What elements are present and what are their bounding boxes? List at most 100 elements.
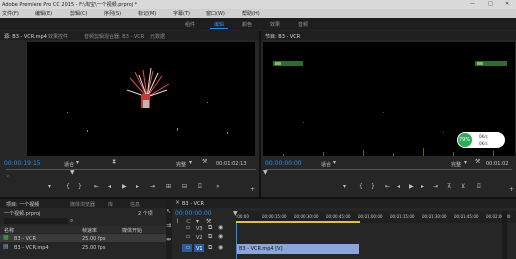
header-frame-rate[interactable]: 帧速率 [82,227,97,234]
playhead-icon[interactable]: ▼ [233,211,238,217]
sync-lock-icon[interactable]: ⧉ [208,245,212,251]
program-timecode[interactable]: 00:00:00:00 [265,160,302,167]
menu-sequence[interactable]: 序列(S) [104,10,121,17]
wrench-icon[interactable]: ⚒ [202,159,207,165]
workspace-audio[interactable]: 音频 [298,21,308,28]
workspace-assembly[interactable]: 组件 [185,21,195,28]
ripple-edit-tool-icon[interactable]: ⇹ [166,237,171,243]
network-speed-widget[interactable]: 79% 0K/s 0K/s [457,132,505,148]
sync-lock-icon[interactable]: ⧉ [208,234,212,240]
step-back-icon[interactable]: ◂ [108,184,111,190]
menu-clip[interactable]: 剪辑(C) [70,10,87,17]
playhead-icon[interactable]: ▼ [263,170,268,176]
zoom-slider-icon[interactable]: ◦ [6,174,10,180]
chevron-down-icon[interactable]: ▾ [189,160,192,166]
track-header-v3[interactable]: ▫ V3 ⧉ ◉ [172,224,236,233]
program-fit-dropdown[interactable]: 适合 [321,161,331,168]
insert-icon[interactable]: ⊞ [166,184,171,190]
mark-out-icon[interactable]: } [371,184,375,190]
extract-icon[interactable]: ⊻ [461,184,465,190]
play-icon[interactable]: ▶ [409,184,414,190]
search-icon[interactable]: ⌕ [70,218,73,224]
tab-project[interactable]: 项目: 一个视频 [6,201,39,208]
tab-program[interactable]: 节目: B3 - VCR [265,33,300,40]
time-ruler[interactable]: :00:00 00:00:15:00 00:00:30:00 00:00:45:… [236,211,516,223]
tab-metadata[interactable]: 元数据 [150,33,165,40]
menu-help[interactable]: 帮助(H) [242,10,260,17]
workspace-effects[interactable]: 效果 [270,21,280,28]
tab-sequence[interactable]: B3 - VCR [182,201,204,207]
lock-icon[interactable]: ▫ [186,225,190,231]
maximize-button[interactable]: □ [488,1,493,7]
timeline-clip[interactable]: B3 - VCR.mp4 [V] [237,244,359,254]
program-scrub-bar[interactable] [265,169,512,170]
source-video-frame[interactable] [27,42,255,156]
go-to-in-icon[interactable]: ⇤ [94,184,99,190]
source-timecode[interactable]: 00:00:19:15 [4,160,41,167]
menu-edit[interactable]: 编辑(E) [35,10,52,17]
camera-icon[interactable]: ⌼ [198,184,202,190]
eye-icon[interactable]: ◉ [218,234,223,240]
work-area-bar[interactable] [236,221,360,223]
overwrite-icon[interactable]: ⊟ [182,184,187,190]
lift-icon[interactable]: ⊼ [447,184,451,190]
close-icon[interactable]: × [175,200,180,206]
export-frame-icon[interactable]: ⌼ [477,184,481,190]
chevron-down-icon[interactable]: ▾ [333,160,336,166]
timeline-scrollbar[interactable] [502,211,507,259]
eye-icon[interactable]: ◉ [218,245,223,251]
mark-out-icon[interactable]: } [78,184,82,190]
go-to-in-icon[interactable]: ⇤ [385,184,390,190]
source-full-dropdown[interactable]: 完整 [176,161,186,168]
go-to-out-icon[interactable]: ⇥ [150,184,155,190]
tab-info[interactable]: 信息 [130,201,140,208]
close-button[interactable]: ✕ [505,1,509,7]
list-item[interactable]: ▤ B3 - VCR.mp4 25.00 fps [0,243,166,252]
tab-media-browser[interactable]: 媒体浏览器 [70,201,95,208]
marker-icon[interactable]: ⧗ [112,159,116,165]
play-icon[interactable]: ▶ [122,184,127,190]
add-marker-icon[interactable]: ▾ [48,184,51,190]
source-scrub-bar[interactable] [6,169,256,170]
wrench-icon[interactable]: ⚒ [475,159,480,165]
chevron-down-icon[interactable]: ▾ [464,160,467,166]
plus-icon[interactable]: + [509,187,514,193]
header-media-start[interactable]: 媒体开始 [122,227,142,234]
lock-icon[interactable]: ▫ [186,234,190,240]
step-back-icon[interactable]: ◂ [397,184,400,190]
menu-window[interactable]: 窗口(W) [206,10,225,17]
tab-effect-controls[interactable]: 效果控件 [48,33,68,40]
menu-file[interactable]: 文件(F) [2,10,19,17]
tab-audio-mixer[interactable]: 音频剪辑混合器: B3 - VCR [84,33,144,40]
add-marker-icon[interactable]: ▾ [343,184,346,190]
sync-lock-icon[interactable]: ⧉ [208,225,212,231]
workspace-editing[interactable]: 编辑 [214,21,224,28]
timeline-timecode[interactable]: 00:00:00:00 [175,210,212,217]
go-to-out-icon[interactable]: ⇥ [433,184,438,190]
menu-marker[interactable]: 标记(M) [138,10,156,17]
mark-in-icon[interactable]: { [66,184,70,190]
eye-icon[interactable]: ◉ [218,225,223,231]
program-full-dropdown[interactable]: 完整 [451,161,461,168]
step-forward-icon[interactable]: ▸ [136,184,139,190]
workspace-color[interactable]: 颜色 [242,21,252,28]
button-editor-icon[interactable]: » [216,184,220,190]
playhead-icon[interactable]: ▼ [70,170,75,176]
selection-tool-icon[interactable]: ↖ [166,209,171,215]
minimize-button[interactable]: — [470,1,475,7]
header-name[interactable]: 名称 [4,227,14,234]
track-select-tool-icon[interactable]: ⇉ [166,223,171,229]
plus-icon[interactable]: + [250,187,255,193]
mark-in-icon[interactable]: { [359,184,363,190]
menu-title[interactable]: 字幕(T) [173,10,190,17]
track-header-v2[interactable]: ▫ V2 ⧉ ◉ [172,233,236,242]
chevron-down-icon[interactable]: ▾ [76,160,79,166]
step-forward-icon[interactable]: ▸ [421,184,424,190]
tab-source[interactable]: 源: B3 - VCR.mp4 [4,33,47,40]
tab-libraries[interactable]: 库 [108,201,113,208]
source-fit-dropdown[interactable]: 适合 [64,161,74,168]
track-header-v1[interactable]: ▫ V1 ⧉ ◉ [172,242,236,256]
search-input[interactable] [4,218,68,224]
lock-icon[interactable]: ▫ [186,245,190,251]
list-item[interactable]: ▦ B3 - VCR 25.00 fps [0,234,166,242]
